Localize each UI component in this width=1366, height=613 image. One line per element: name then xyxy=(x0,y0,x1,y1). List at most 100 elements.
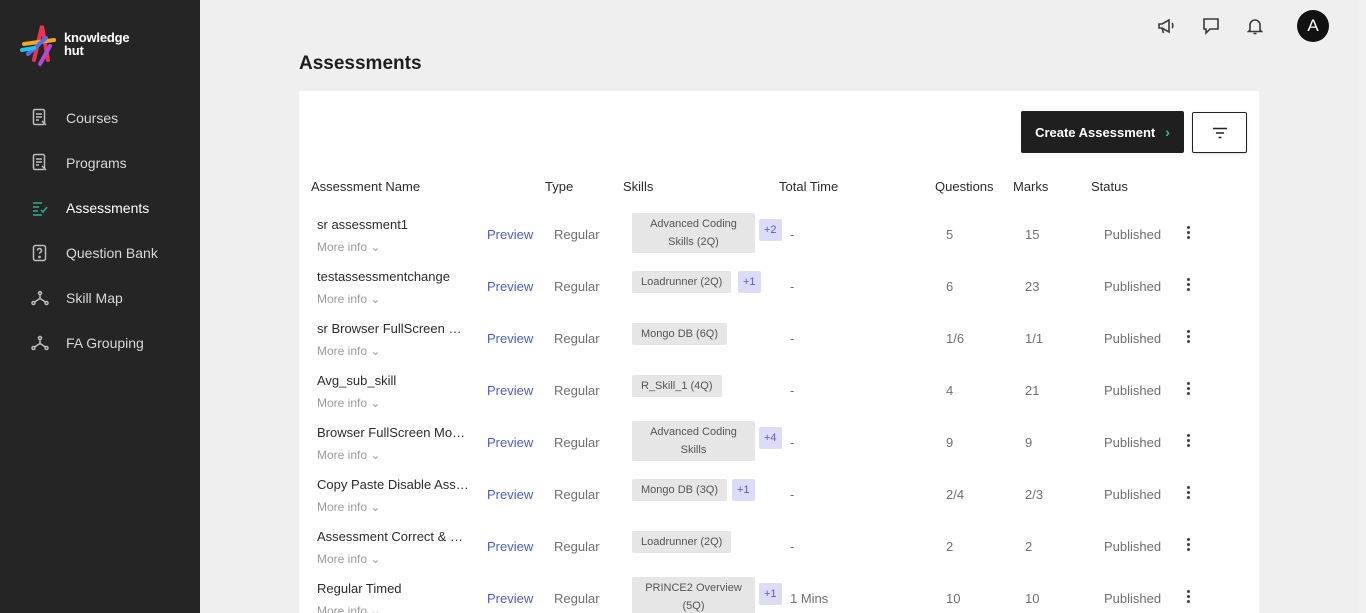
assessment-name[interactable]: Copy Paste Disable Asse... xyxy=(317,477,469,492)
vertical-scrollbar[interactable] xyxy=(1357,0,1366,613)
chevron-right-icon: › xyxy=(1165,124,1170,140)
assessment-name[interactable]: Regular Timed xyxy=(317,581,469,596)
preview-link[interactable]: Preview xyxy=(487,539,533,554)
extra-skills-badge[interactable]: +2 xyxy=(759,219,782,241)
skill-tag: Loadrunner (2Q) xyxy=(632,531,732,553)
extra-skills-badge[interactable]: +1 xyxy=(738,271,761,293)
row-menu-icon[interactable] xyxy=(1187,330,1191,346)
assessment-type: Regular xyxy=(554,331,600,346)
total-time: 1 Mins xyxy=(790,591,829,606)
skill-tag: PRINCE2 Overview (5Q) xyxy=(632,577,755,613)
preview-link[interactable]: Preview xyxy=(487,383,533,398)
row-menu-icon[interactable] xyxy=(1187,226,1191,242)
sidebar-item-programs[interactable]: Programs xyxy=(0,140,200,185)
row-menu-icon[interactable] xyxy=(1187,278,1191,294)
marks-count: 9 xyxy=(1025,435,1033,450)
total-time: - xyxy=(790,383,795,398)
sidebar-item-assessments[interactable]: Assessments xyxy=(0,185,200,230)
more-info-toggle[interactable]: More info ⌄ xyxy=(317,604,380,613)
assessment-name[interactable]: sr assessment1 xyxy=(317,217,469,232)
table-row[interactable]: Assessment Correct & w... More info ⌄ Pr… xyxy=(299,521,1259,573)
marks-count: 15 xyxy=(1025,227,1040,242)
questions-count: 10 xyxy=(946,591,961,606)
extra-skills-badge[interactable]: +4 xyxy=(759,427,782,449)
assessment-type: Regular xyxy=(554,539,600,554)
more-info-toggle[interactable]: More info ⌄ xyxy=(317,292,380,306)
preview-link[interactable]: Preview xyxy=(487,487,533,502)
header-skills[interactable]: Skills xyxy=(623,179,653,194)
table-row[interactable]: sr Browser FullScreen M... More info ⌄ P… xyxy=(299,313,1259,365)
create-assessment-button[interactable]: Create Assessment › xyxy=(1021,111,1184,153)
programs-icon xyxy=(31,153,49,173)
header-marks[interactable]: Marks xyxy=(1013,179,1048,194)
more-info-toggle[interactable]: More info ⌄ xyxy=(317,552,380,566)
assessment-type: Regular xyxy=(554,227,600,242)
header-status[interactable]: Status xyxy=(1091,179,1128,194)
row-menu-icon[interactable] xyxy=(1187,382,1191,398)
extra-skills-badge[interactable]: +1 xyxy=(759,583,782,605)
megaphone-icon[interactable] xyxy=(1157,16,1177,36)
preview-link[interactable]: Preview xyxy=(487,227,533,242)
filter-button[interactable] xyxy=(1192,112,1247,153)
sidebar-item-label: FA Grouping xyxy=(66,334,144,351)
preview-link[interactable]: Preview xyxy=(487,279,533,294)
avatar[interactable]: A xyxy=(1297,10,1329,42)
total-time: - xyxy=(790,487,795,502)
assessment-name[interactable]: Avg_sub_skill xyxy=(317,373,469,388)
table-row[interactable]: Browser FullScreen Mod... More info ⌄ Pr… xyxy=(299,417,1259,469)
skill-tag: Advanced Coding Skills (2Q) xyxy=(632,213,755,253)
header-questions[interactable]: Questions xyxy=(935,179,994,194)
sidebar-item-question-bank[interactable]: Question Bank xyxy=(0,230,200,275)
marks-count: 1/1 xyxy=(1025,331,1044,346)
assessments-card: Create Assessment › Assessment Name Type… xyxy=(299,91,1259,613)
table-row[interactable]: Regular Timed More info ⌄ Preview Regula… xyxy=(299,573,1259,613)
bell-icon[interactable] xyxy=(1245,16,1265,36)
table-row[interactable]: Copy Paste Disable Asse... More info ⌄ P… xyxy=(299,469,1259,521)
sidebar-item-label: Skill Map xyxy=(66,289,123,306)
table-row[interactable]: testassessmentchange More info ⌄ Preview… xyxy=(299,261,1259,313)
skill-map-icon xyxy=(31,288,49,308)
header-assessment-name[interactable]: Assessment Name xyxy=(311,179,420,194)
preview-link[interactable]: Preview xyxy=(487,591,533,606)
assessment-name[interactable]: sr Browser FullScreen M... xyxy=(317,321,469,336)
knowledgehut-logo[interactable]: knowledge hut xyxy=(20,20,130,68)
sidebar: knowledge hut Courses Programs Assessmen… xyxy=(0,0,200,613)
skill-tag: R_Skill_1 (4Q) xyxy=(632,375,722,397)
question-bank-icon xyxy=(31,243,49,263)
sidebar-item-skill-map[interactable]: Skill Map xyxy=(0,275,200,320)
questions-count: 4 xyxy=(946,383,954,398)
row-menu-icon[interactable] xyxy=(1187,538,1191,554)
assessment-type: Regular xyxy=(554,435,600,450)
marks-count: 2/3 xyxy=(1025,487,1044,502)
assessment-name[interactable]: Browser FullScreen Mod... xyxy=(317,425,469,440)
preview-link[interactable]: Preview xyxy=(487,331,533,346)
header-total-time[interactable]: Total Time xyxy=(779,179,838,194)
assessment-name[interactable]: Assessment Correct & w... xyxy=(317,529,469,544)
logo-text: knowledge hut xyxy=(64,31,130,57)
more-info-toggle[interactable]: More info ⌄ xyxy=(317,500,380,514)
chat-icon[interactable] xyxy=(1201,16,1221,36)
table-row[interactable]: sr assessment1 More info ⌄ Preview Regul… xyxy=(299,209,1259,261)
row-menu-icon[interactable] xyxy=(1187,590,1191,606)
sidebar-item-label: Courses xyxy=(66,109,119,126)
sidebar-item-label: Assessments xyxy=(66,199,150,216)
row-menu-icon[interactable] xyxy=(1187,486,1191,502)
assessment-type: Regular xyxy=(554,383,600,398)
extra-skills-badge[interactable]: +1 xyxy=(732,479,755,501)
page-title: Assessments xyxy=(299,53,422,74)
total-time: - xyxy=(790,435,795,450)
sidebar-item-courses[interactable]: Courses xyxy=(0,95,200,140)
row-menu-icon[interactable] xyxy=(1187,434,1191,450)
assessments-icon xyxy=(31,198,49,218)
more-info-toggle[interactable]: More info ⌄ xyxy=(317,344,380,358)
assessment-name[interactable]: testassessmentchange xyxy=(317,269,469,284)
more-info-toggle[interactable]: More info ⌄ xyxy=(317,448,380,462)
sidebar-item-fa-grouping[interactable]: FA Grouping xyxy=(0,320,200,365)
preview-link[interactable]: Preview xyxy=(487,435,533,450)
more-info-toggle[interactable]: More info ⌄ xyxy=(317,396,380,410)
table-row[interactable]: Avg_sub_skill More info ⌄ Preview Regula… xyxy=(299,365,1259,417)
assessment-type: Regular xyxy=(554,279,600,294)
marks-count: 2 xyxy=(1025,539,1033,554)
header-type[interactable]: Type xyxy=(545,179,573,194)
more-info-toggle[interactable]: More info ⌄ xyxy=(317,240,380,254)
